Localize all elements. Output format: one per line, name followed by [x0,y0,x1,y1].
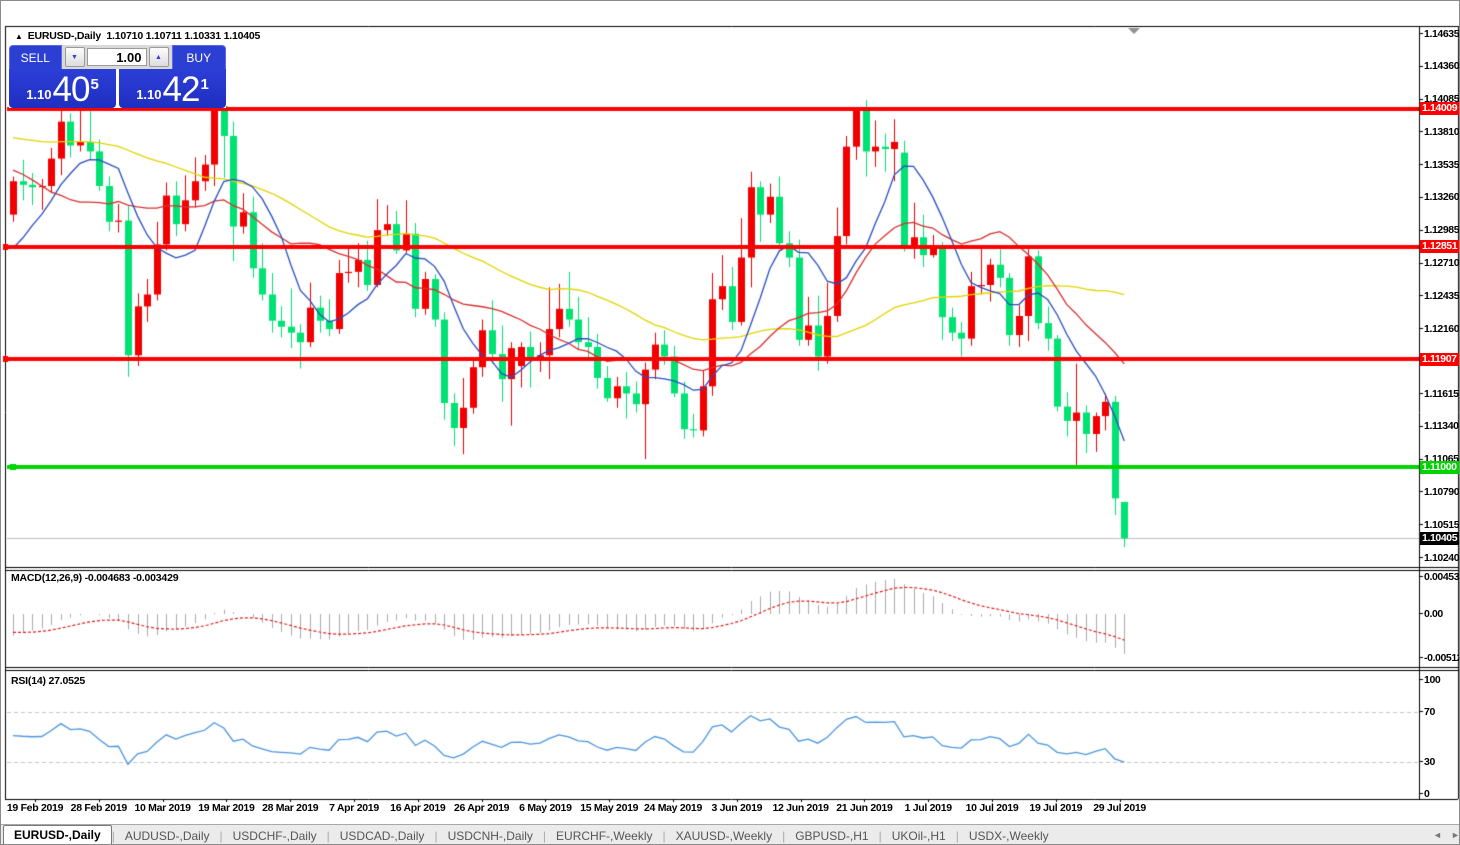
date-axis-label: 21 Jun 2019 [836,802,892,814]
price-axis-tick: 1.12985 [1424,224,1460,236]
macd-axis-tick: 0.00 [1424,608,1460,620]
volume-decrease-button[interactable]: ▼ [65,47,85,67]
rsi-pane[interactable] [7,672,1419,799]
one-click-trading-panel: SELL ▼ ▲ BUY 1.10405 1.10421 [9,45,226,108]
chart-tab-usdcad-daily[interactable]: USDCAD-,Daily [330,827,435,845]
sell-price-display[interactable]: 1.10405 [9,69,116,108]
macd-axis-tick: 0.004532 [1424,571,1460,583]
chart-ohlc-values: 1.10710 1.10711 1.10331 1.10405 [106,30,260,42]
rsi-indicator-label: RSI(14) 27.0525 [11,675,85,687]
price-axis-tick: 1.13260 [1424,191,1460,203]
trading-terminal-window: H4D1W1MN ▲EURUSD-,Daily 1.10710 1.10711 … [0,0,1460,845]
price-axis-tick: 1.10240 [1424,552,1460,564]
price-axis-tick: 1.13810 [1424,126,1460,138]
rsi-axis-tick: 0 [1424,788,1460,800]
sell-price-pip: 5 [90,76,98,93]
macd-pane[interactable] [7,571,1419,667]
price-axis-tick: 1.12710 [1424,257,1460,269]
date-axis-label: 24 May 2019 [644,802,702,814]
price-axis-tick: 1.12435 [1424,290,1460,302]
bid-price-tag: 1.10405 [1420,532,1460,545]
price-axis-tick: 1.13535 [1424,159,1460,171]
macd-axis-tick: -0.005122 [1424,652,1460,664]
date-axis-label: 29 Jul 2019 [1093,802,1146,814]
chart-tab-ukoil-h1[interactable]: UKOil-,H1 [882,827,956,845]
price-axis-tick: 1.14360 [1424,60,1460,72]
chart-tab-audusd-daily[interactable]: AUDUSD-,Daily [115,827,220,845]
date-axis-label: 10 Jul 2019 [966,802,1019,814]
buy-price-big: 42 [163,72,200,107]
price-line-tag: 1.11907 [1420,353,1460,366]
date-axis-label: 12 Jun 2019 [772,802,828,814]
date-axis-label: 19 Jul 2019 [1029,802,1082,814]
price-axis-tick: 1.12160 [1424,323,1460,335]
volume-increase-button[interactable]: ▲ [149,47,169,67]
price-axis-tick: 1.10790 [1424,486,1460,498]
chart-tab-eurchf-weekly[interactable]: EURCHF-,Weekly [546,827,662,845]
date-axis-label: 19 Feb 2019 [7,802,63,814]
collapse-panel-icon[interactable]: ▲ [15,32,23,41]
date-axis-label: 3 Jun 2019 [711,802,762,814]
tab-scroll-right-icon[interactable]: ► [1451,830,1460,840]
date-axis-label: 28 Feb 2019 [71,802,127,814]
buy-price-prefix: 1.10 [136,87,161,102]
date-axis-label: 6 May 2019 [519,802,571,814]
chart-title: ▲ EURUSD-,Daily 1.10710 1.10711 1.10331 1… [15,30,260,42]
price-line-tag: 1.11000 [1420,461,1460,474]
date-axis-label: 15 May 2019 [580,802,638,814]
date-axis-label: 26 Apr 2019 [454,802,509,814]
date-axis-label: 10 Mar 2019 [134,802,190,814]
sell-button[interactable]: SELL [9,45,62,69]
price-axis-tick: 1.11340 [1424,420,1460,432]
sell-price-prefix: 1.10 [26,87,51,102]
rsi-axis-tick: 30 [1424,756,1460,768]
price-line-tag: 1.12851 [1420,240,1460,253]
chart-tab-usdcnh-daily[interactable]: USDCNH-,Daily [438,827,543,845]
buy-price-display[interactable]: 1.10421 [119,69,226,108]
date-axis-label: 1 Jul 2019 [905,802,952,814]
tab-scroll-left-icon[interactable]: ◄ [1433,830,1442,840]
chart-tab-bar: EURUSD-,Daily|AUDUSD-,Daily|USDCHF-,Dail… [1,824,1459,845]
sell-price-big: 40 [53,72,90,107]
buy-button[interactable]: BUY [172,45,226,69]
main-chart-pane[interactable] [7,27,1419,567]
price-axis-tick: 1.11615 [1424,388,1460,400]
volume-input[interactable] [87,48,147,66]
chart-tab-usdchf-daily[interactable]: USDCHF-,Daily [223,827,327,845]
price-line-tag: 1.14009 [1420,102,1460,115]
volume-spinner: ▼ ▲ [62,45,172,69]
price-axis-tick: 1.10515 [1424,519,1460,531]
rsi-axis-tick: 70 [1424,706,1460,718]
buy-price-pip: 1 [200,76,208,93]
chart-tab-xauusd-weekly[interactable]: XAUUSD-,Weekly [666,827,782,845]
rsi-axis-tick: 100 [1424,674,1460,686]
date-axis-label: 16 Apr 2019 [390,802,445,814]
chart-tab-gbpusd-h1[interactable]: GBPUSD-,H1 [785,827,878,845]
macd-indicator-label: MACD(12,26,9) -0.004683 -0.003429 [11,572,178,584]
date-axis-label: 7 Apr 2019 [329,802,379,814]
chart-tab-usdx-weekly[interactable]: USDX-,Weekly [959,827,1059,845]
date-axis-label: 28 Mar 2019 [262,802,318,814]
chart-symbol-label: EURUSD-,Daily [28,30,101,42]
price-axis-tick: 1.14635 [1424,28,1460,40]
chart-tab-eurusd-daily[interactable]: EURUSD-,Daily [3,825,112,845]
date-axis-label: 19 Mar 2019 [198,802,254,814]
